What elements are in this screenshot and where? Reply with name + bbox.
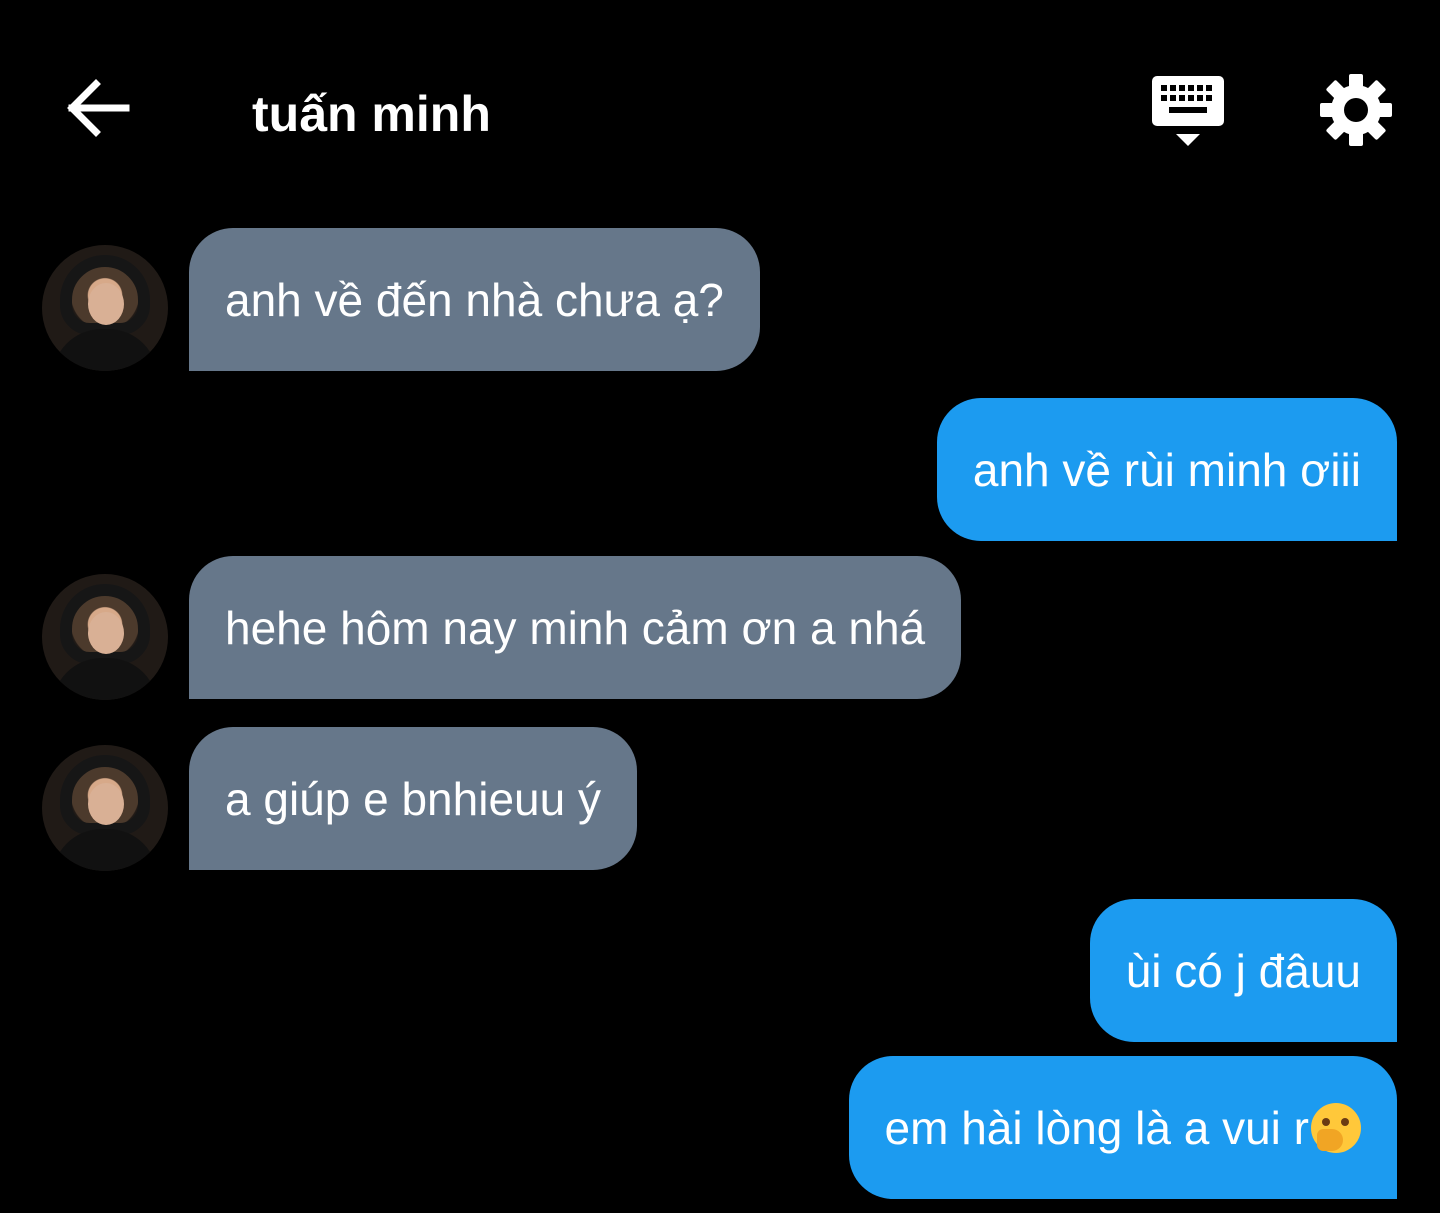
message-text: em hài lòng là a vui r [884,1101,1309,1154]
message-list[interactable]: anh về đến nhà chưa ạ? anh về rùi minh ơ… [0,0,1440,1213]
message-text: anh về đến nhà chưa ạ? [225,273,724,326]
message-incoming[interactable]: a giúp e bnhieuu ý [189,727,637,870]
message-text: anh về rùi minh ơiii [972,443,1361,496]
message-incoming[interactable]: anh về đến nhà chưa ạ? [189,228,760,371]
message-outgoing[interactable]: anh về rùi minh ơiii [936,398,1397,541]
hand-over-mouth-emoji-icon [1311,1102,1361,1153]
message-text: a giúp e bnhieuu ý [225,772,601,825]
message-outgoing[interactable]: em hài lòng là a vui r [848,1056,1397,1199]
message-outgoing[interactable]: ùi có j đâuu [1089,899,1397,1042]
message-text: ùi có j đâuu [1125,944,1361,997]
contact-avatar[interactable] [42,745,168,871]
contact-avatar[interactable] [42,574,168,700]
contact-avatar[interactable] [42,245,168,371]
message-incoming[interactable]: hehe hôm nay minh cảm ơn a nhá [189,556,962,699]
message-text: hehe hôm nay minh cảm ơn a nhá [225,601,926,654]
